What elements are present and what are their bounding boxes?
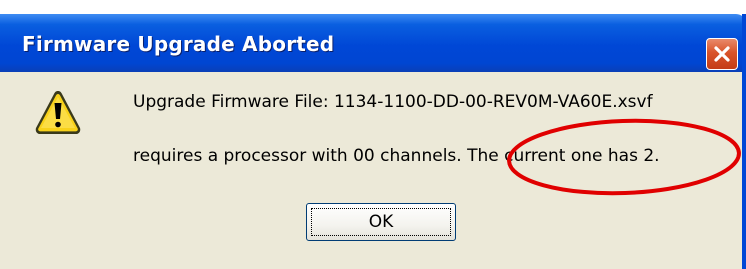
warning-icon (35, 91, 81, 134)
close-icon (714, 46, 730, 62)
ok-button-label: OK (368, 212, 394, 232)
title-bar[interactable]: Firmware Upgrade Aborted (0, 14, 746, 72)
message-requirement-line: requires a processor with 00 channels. T… (133, 146, 660, 166)
message-dialog: Firmware Upgrade Aborted Upgrade Firmwar… (0, 0, 746, 269)
close-button[interactable] (706, 38, 738, 70)
window-frame-right (742, 14, 746, 269)
ok-button[interactable]: OK (306, 203, 456, 241)
message-file-line: Upgrade Firmware File: 1134-1100-DD-00-R… (133, 92, 653, 112)
window-title: Firmware Upgrade Aborted (22, 32, 335, 56)
